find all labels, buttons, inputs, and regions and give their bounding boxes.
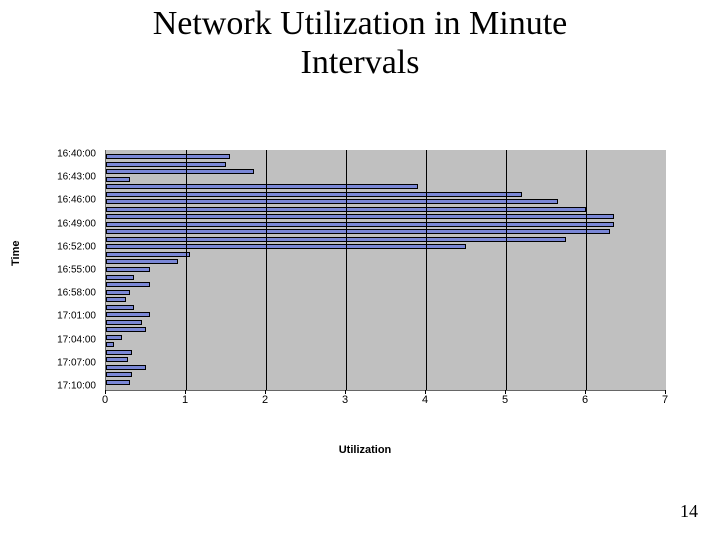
bar [106,177,130,182]
x-tick-label: 4 [422,394,428,406]
gridline [186,150,187,390]
bar [106,192,522,197]
gridline [586,150,587,390]
bar [106,305,134,310]
bar [106,184,418,189]
x-tick-label: 0 [102,394,108,406]
gridline [426,150,427,390]
x-tick-label: 6 [582,394,588,406]
y-tick-label: 16:58:00 [57,288,96,299]
bar-slot [106,342,666,348]
y-axis-label: Time [10,241,22,266]
bar [106,244,466,249]
bar [106,237,566,242]
title-line-2: Intervals [301,44,420,81]
bar [106,365,146,370]
bar [106,350,132,355]
bar-slot [106,267,666,273]
chart: Time 16:40:0016:43:0016:46:0016:49:0016:… [40,150,690,450]
bar-slot [106,207,666,213]
bar-slot [106,320,666,326]
bar-slot [106,192,666,198]
bar [106,169,254,174]
bar [106,275,134,280]
bar-slot [106,372,666,378]
bar-slot [106,214,666,220]
bar-slot [106,327,666,333]
bar-slot [106,162,666,168]
bar-slot [106,365,666,371]
y-tick-label: 17:10:00 [57,381,96,392]
bar [106,162,226,167]
bar-slot [106,335,666,341]
bar [106,229,610,234]
y-tick-label: 16:43:00 [57,172,96,183]
gridline [266,150,267,390]
y-tick-label: 16:49:00 [57,218,96,229]
bar [106,252,190,257]
bar [106,199,558,204]
bar [106,154,230,159]
bar-slot [106,154,666,160]
plot-area [105,150,666,391]
y-tick-label: 16:46:00 [57,195,96,206]
bar-slot [106,305,666,311]
x-tick-label: 1 [182,394,188,406]
gridline [346,150,347,390]
y-tick-label: 16:40:00 [57,149,96,160]
bar-slot [106,199,666,205]
bar-slot [106,290,666,296]
x-axis-ticks: 0 1 2 3 4 5 6 7 [105,394,665,410]
bar [106,320,142,325]
y-tick-label: 16:55:00 [57,265,96,276]
bar [106,335,122,340]
bar-slot [106,380,666,386]
gridline [506,150,507,390]
bar [106,380,130,385]
bar-slot [106,222,666,228]
bar [106,267,150,272]
bar [106,372,132,377]
bar [106,297,126,302]
bar [106,357,128,362]
x-axis-label: Utilization [40,444,690,456]
bar-slot [106,237,666,243]
y-tick-label: 16:52:00 [57,241,96,252]
bar [106,327,146,332]
bar-slot [106,259,666,265]
bar [106,290,130,295]
title-line-1: Network Utilization in Minute [153,5,568,42]
bar-slot [106,350,666,356]
bar-slot [106,169,666,175]
bar-slot [106,357,666,363]
bar [106,342,114,347]
x-tick-label: 7 [662,394,668,406]
x-tick-label: 5 [502,394,508,406]
slide: Network Utilization in Minute Intervals … [0,0,720,540]
x-tick-label: 3 [342,394,348,406]
bar-slot [106,297,666,303]
bar-slot [106,252,666,258]
bar-slot [106,177,666,183]
bar [106,312,150,317]
y-tick-label: 17:04:00 [57,334,96,345]
y-tick-label: 17:07:00 [57,357,96,368]
y-tick-label: 17:01:00 [57,311,96,322]
bar [106,222,614,227]
bar-slot [106,282,666,288]
bar-slot [106,312,666,318]
bar [106,259,178,264]
bar-slot [106,184,666,190]
bar [106,214,614,219]
x-tick-label: 2 [262,394,268,406]
bar-slot [106,244,666,250]
bar-slot [106,275,666,281]
bars-container [106,154,666,386]
y-axis-ticks: 16:40:00 16:43:00 16:46:00 16:49:00 16:52:00… [40,150,102,390]
bar [106,282,150,287]
bar-slot [106,229,666,235]
slide-title: Network Utilization in Minute Intervals [0,4,720,82]
page-number: 14 [680,501,698,522]
